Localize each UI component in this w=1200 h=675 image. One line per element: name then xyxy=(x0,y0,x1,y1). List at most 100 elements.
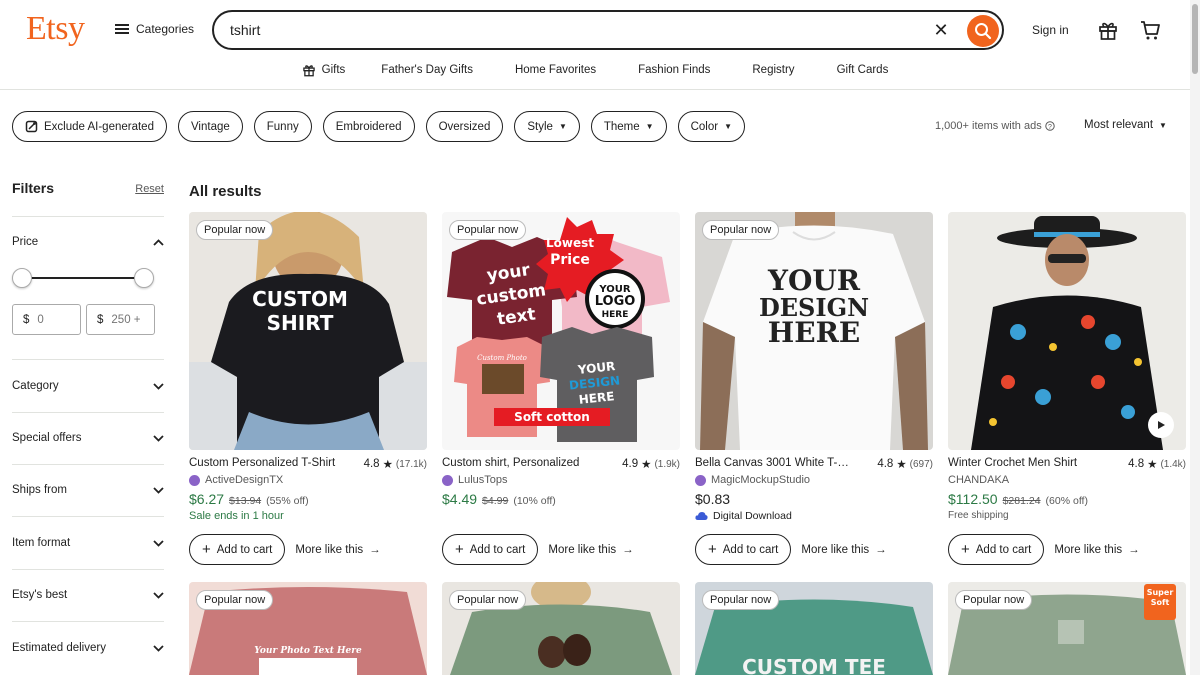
caret-down-icon: ▼ xyxy=(724,122,732,131)
product-photo-crochet-shirt xyxy=(948,212,1186,450)
caret-down-icon: ▼ xyxy=(1159,120,1167,130)
logo-print-text: HERE xyxy=(602,310,629,320)
chip-funny[interactable]: Funny xyxy=(253,111,312,142)
chip-oversized[interactable]: Oversized xyxy=(425,111,504,142)
nav-registry[interactable]: Registry xyxy=(752,56,794,84)
chip-theme-dropdown[interactable]: Theme ▼ xyxy=(590,111,667,142)
hamburger-icon xyxy=(115,24,129,34)
nav-label: Home Favorites xyxy=(514,64,597,76)
cart-icon[interactable] xyxy=(1139,19,1161,41)
product-title[interactable]: Bella Canvas 3001 White T-Shirt xyxy=(695,457,850,471)
original-price: $281.24 xyxy=(1002,495,1041,507)
product-title[interactable]: Winter Crochet Men Shirt xyxy=(948,457,1103,471)
page-scrollbar[interactable] xyxy=(1190,0,1200,675)
shop-name[interactable]: CHANDAKA xyxy=(948,474,1186,486)
more-like-this-link[interactable]: More like this → xyxy=(801,544,886,556)
currency-symbol: $ xyxy=(97,313,104,326)
shop-label: CHANDAKA xyxy=(948,474,1010,486)
nav-gifts[interactable]: Gifts xyxy=(302,56,345,84)
filter-section-estimated-delivery[interactable]: Estimated delivery xyxy=(12,638,164,658)
discount: (10% off) xyxy=(513,495,556,507)
search-input[interactable] xyxy=(230,22,920,38)
categories-menu-button[interactable]: Categories xyxy=(115,22,194,36)
product-image[interactable] xyxy=(948,212,1186,450)
price-slider-min-handle[interactable] xyxy=(12,268,32,288)
product-title[interactable]: Custom Personalized T-Shirt xyxy=(189,457,344,471)
nav-label: Gift Cards xyxy=(836,64,889,76)
product-image[interactable]: CUSTOM SHIRT Popular now xyxy=(189,212,427,450)
chip-vintage[interactable]: Vintage xyxy=(177,111,243,142)
nav-home-favorites[interactable]: Home Favorites xyxy=(515,56,596,84)
chip-exclude-ai[interactable]: Exclude AI-generated xyxy=(12,111,167,142)
nav-fashion-finds[interactable]: Fashion Finds xyxy=(638,56,710,84)
add-to-cart-button[interactable]: + Add to cart xyxy=(948,534,1045,565)
price-min-input[interactable] xyxy=(37,313,78,326)
divider xyxy=(12,216,164,217)
shop-name[interactable]: ActiveDesignTX xyxy=(189,474,427,486)
chip-color-dropdown[interactable]: Color ▼ xyxy=(677,111,745,142)
chip-embroidered[interactable]: Embroidered xyxy=(322,111,415,142)
filter-section-item-format[interactable]: Item format xyxy=(12,533,164,553)
soft-cotton-label: Soft cotton xyxy=(514,410,590,424)
shop-name[interactable]: LulusTops xyxy=(442,474,680,486)
price-slider-track[interactable] xyxy=(22,277,144,279)
product-image[interactable]: Your Photo Text Here Popular now xyxy=(189,582,427,675)
more-like-this-link[interactable]: More like this → xyxy=(1054,544,1139,556)
info-icon[interactable]: ? xyxy=(1045,121,1055,131)
play-video-button[interactable] xyxy=(1148,412,1174,438)
product-image[interactable]: your custom text Lowest Price YOUR LOGO … xyxy=(442,212,680,450)
chip-label: Embroidered xyxy=(335,120,402,133)
price-max-field[interactable]: $ xyxy=(86,304,155,335)
sort-dropdown[interactable]: Most relevant ▼ xyxy=(1084,119,1167,131)
product-image[interactable]: CUSTOM TEE Popular now xyxy=(695,582,933,675)
add-to-cart-button[interactable]: + Add to cart xyxy=(695,534,792,565)
popular-badge: Popular now xyxy=(702,590,780,610)
nav-gift-cards[interactable]: Gift Cards xyxy=(837,56,889,84)
star-seller-icon xyxy=(189,474,200,486)
shop-label: MagicMockupStudio xyxy=(711,474,811,486)
filter-section-ships-from[interactable]: Ships from xyxy=(12,480,164,500)
more-like-this-link[interactable]: More like this → xyxy=(295,544,380,556)
more-like-this-link[interactable]: More like this → xyxy=(548,544,633,556)
product-image[interactable]: Super Soft Popular now xyxy=(948,582,1186,675)
price-max-input[interactable] xyxy=(111,313,152,326)
popular-badge: Popular now xyxy=(955,590,1033,610)
chip-style-dropdown[interactable]: Style ▼ xyxy=(514,111,580,142)
price-section-toggle[interactable]: Price xyxy=(12,232,164,252)
price-label: Price xyxy=(12,236,39,248)
filter-section-category[interactable]: Category xyxy=(12,376,164,396)
shop-label: ActiveDesignTX xyxy=(205,474,284,486)
filter-section-special-offers[interactable]: Special offers xyxy=(12,428,164,448)
more-label: More like this xyxy=(295,543,364,556)
product-card: Super Soft Popular now xyxy=(948,582,1186,675)
search-bar: ✕ xyxy=(212,10,1004,50)
shop-name[interactable]: MagicMockupStudio xyxy=(695,474,933,486)
nav-fathers-day-gifts[interactable]: Father's Day Gifts xyxy=(381,56,473,84)
etsy-logo[interactable]: Etsy xyxy=(26,10,85,48)
product-image[interactable]: YOUR DESIGN HERE Popular now xyxy=(695,212,933,450)
reset-filters-link[interactable]: Reset xyxy=(135,183,164,195)
chevron-down-icon xyxy=(153,539,164,547)
price-slider-max-handle[interactable] xyxy=(134,268,154,288)
results-heading: All results xyxy=(189,183,262,200)
plus-icon: + xyxy=(455,541,464,558)
price-min-field[interactable]: $ xyxy=(12,304,81,335)
chevron-down-icon xyxy=(153,644,164,652)
sale-price: $6.27 xyxy=(189,491,225,507)
plus-icon: + xyxy=(708,541,717,558)
add-to-cart-button[interactable]: + Add to cart xyxy=(442,534,539,565)
gift-icon[interactable] xyxy=(1097,19,1119,41)
scrollbar-thumb[interactable] xyxy=(1192,4,1198,74)
clear-search-icon[interactable]: ✕ xyxy=(932,21,950,39)
search-submit-button[interactable] xyxy=(967,15,999,47)
results-count: 1,000+ items with ads ? xyxy=(935,120,1055,132)
filter-section-etsys-best[interactable]: Etsy's best xyxy=(12,585,164,605)
add-to-cart-button[interactable]: + Add to cart xyxy=(189,534,286,565)
product-photo-black-tee: CUSTOM SHIRT xyxy=(189,212,427,450)
product-title[interactable]: Custom shirt, Personalized xyxy=(442,457,597,471)
sign-in-link[interactable]: Sign in xyxy=(1032,23,1069,37)
search-icon xyxy=(975,23,992,40)
shop-label: LulusTops xyxy=(458,474,508,486)
product-image[interactable]: Popular now xyxy=(442,582,680,675)
product-rating: 4.8 ★ (1.4k) xyxy=(1128,457,1186,471)
